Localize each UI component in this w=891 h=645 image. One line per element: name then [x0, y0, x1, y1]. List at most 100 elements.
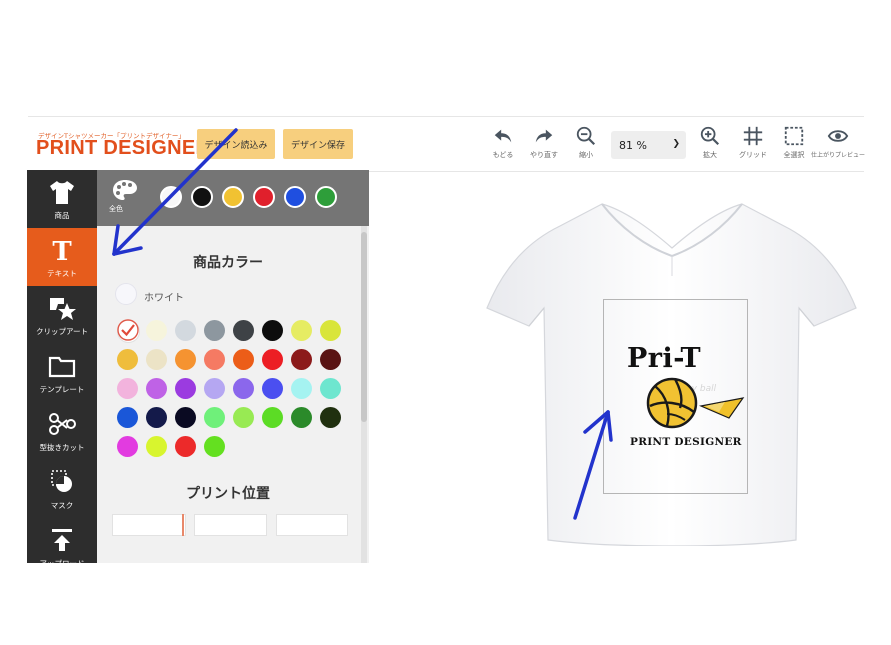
scissors-icon [49, 412, 76, 435]
color-swatch[interactable] [291, 378, 312, 399]
design-subtitle-text[interactable]: PRINT DESIGNER [630, 436, 742, 448]
color-swatch[interactable] [117, 378, 138, 399]
panel-scrollbar-thumb[interactable] [361, 232, 367, 422]
print-position-front[interactable] [112, 514, 186, 536]
undo-button[interactable]: もどる [481, 125, 525, 167]
recent-color-swatch[interactable] [253, 186, 275, 208]
chevron-down-icon: ❯ [672, 139, 680, 149]
svg-text:T: T [52, 237, 72, 264]
color-swatch[interactable] [291, 349, 312, 370]
print-position-heading: プリント位置 [186, 486, 270, 502]
sidebar-item-product[interactable]: 商品 [27, 170, 97, 228]
zoom-in-button[interactable]: 拡大 [688, 125, 732, 167]
color-swatch[interactable] [291, 407, 312, 428]
zoom-value: 81 % [619, 138, 647, 152]
zoom-select[interactable]: 81 % ❯ [611, 131, 686, 159]
color-swatch[interactable] [175, 436, 196, 457]
color-panel: 全色 商品カラー ホワイト プリント位置 [97, 170, 369, 563]
sidebar-item-text[interactable]: T テキスト [27, 228, 97, 286]
color-swatch[interactable] [204, 436, 225, 457]
color-swatch[interactable] [146, 407, 167, 428]
color-swatch[interactable] [233, 378, 254, 399]
color-swatch[interactable] [233, 349, 254, 370]
color-swatch[interactable] [117, 407, 138, 428]
preview-button[interactable]: 仕上がりプレビュー [811, 125, 865, 167]
color-swatch[interactable] [204, 378, 225, 399]
zoom-in-icon [700, 126, 720, 146]
select-all-label: 全選択 [783, 151, 805, 159]
color-swatch[interactable] [175, 378, 196, 399]
color-swatch[interactable] [204, 407, 225, 428]
sidebar-item-mask[interactable]: マスク [27, 460, 97, 518]
sidebar-item-label: 商品 [54, 210, 70, 220]
product-color-heading: 商品カラー [193, 255, 263, 271]
print-position-indicator [182, 514, 184, 536]
mask-icon [51, 469, 72, 492]
color-swatch[interactable] [146, 349, 167, 370]
recent-color-swatch[interactable] [160, 186, 182, 208]
undo-icon [494, 129, 512, 143]
preview-label: 仕上がりプレビュー [811, 152, 866, 159]
brand-logo[interactable]: PRINT DESIGNER [36, 137, 210, 160]
zoom-out-button[interactable]: 縮小 [564, 125, 608, 167]
tshirt-icon [50, 180, 74, 204]
color-swatch[interactable] [146, 320, 167, 341]
color-swatch[interactable] [320, 378, 341, 399]
color-swatch[interactable] [117, 436, 138, 457]
sidebar-item-cutout[interactable]: 型抜きカット [27, 402, 97, 460]
save-design-button[interactable]: デザイン保存 [283, 129, 353, 159]
zoom-in-label: 拡大 [703, 151, 717, 159]
sidebar-item-label: アップロード [39, 558, 85, 568]
grid-label: グリッド [739, 151, 767, 159]
recent-colors-strip: 全色 [97, 170, 369, 226]
color-swatch[interactable] [320, 407, 341, 428]
sidebar-item-clipart[interactable]: クリップアート [27, 286, 97, 344]
recent-color-swatch[interactable] [284, 186, 306, 208]
palette-icon[interactable] [111, 178, 139, 202]
select-all-button[interactable]: 全選択 [772, 125, 816, 167]
color-swatch[interactable] [262, 378, 283, 399]
color-swatch[interactable] [204, 320, 225, 341]
volleyball-clipart[interactable] [645, 376, 745, 436]
sidebar-item-label: 型抜きカット [39, 442, 85, 452]
load-design-button[interactable]: デザイン読込み [197, 129, 275, 159]
grid-button[interactable]: グリッド [731, 125, 775, 167]
color-swatch[interactable] [233, 320, 254, 341]
selected-color-name: ホワイト [144, 293, 184, 304]
color-swatch[interactable] [291, 320, 312, 341]
upload-icon [52, 528, 72, 551]
zoom-out-label: 縮小 [579, 151, 593, 159]
color-swatch[interactable] [175, 320, 196, 341]
eye-icon [827, 130, 849, 142]
sidebar-item-template[interactable]: テンプレート [27, 344, 97, 402]
color-swatch[interactable] [320, 349, 341, 370]
recent-color-swatch[interactable] [222, 186, 244, 208]
color-swatch[interactable] [204, 349, 225, 370]
color-swatch[interactable] [175, 407, 196, 428]
sidebar-item-label: クリップアート [35, 326, 89, 336]
color-swatch[interactable] [175, 349, 196, 370]
color-swatch[interactable] [262, 349, 283, 370]
sidebar: 商品 T テキスト クリップアート テンプレート 型抜きカット マスク アップロ… [27, 170, 97, 568]
color-swatch[interactable] [146, 436, 167, 457]
color-swatch[interactable] [146, 378, 167, 399]
color-swatch[interactable] [262, 320, 283, 341]
folder-icon [48, 356, 76, 377]
grid-icon [743, 126, 763, 146]
redo-label: やり直す [530, 151, 558, 159]
redo-button[interactable]: やり直す [522, 125, 566, 167]
recent-color-swatch[interactable] [191, 186, 213, 208]
sidebar-item-label: テキスト [47, 268, 77, 278]
color-swatch[interactable] [320, 320, 341, 341]
design-title-text[interactable]: Pri-T [627, 343, 701, 374]
selected-color-swatch [115, 283, 137, 305]
print-position-back[interactable] [194, 514, 267, 536]
zoom-out-icon [576, 126, 596, 146]
print-position-sleeve[interactable] [276, 514, 348, 536]
color-swatch[interactable] [233, 407, 254, 428]
sidebar-item-upload[interactable]: アップロード [27, 518, 97, 576]
undo-label: もどる [492, 151, 514, 159]
color-swatch[interactable] [117, 349, 138, 370]
recent-color-swatch[interactable] [315, 186, 337, 208]
color-swatch[interactable] [262, 407, 283, 428]
